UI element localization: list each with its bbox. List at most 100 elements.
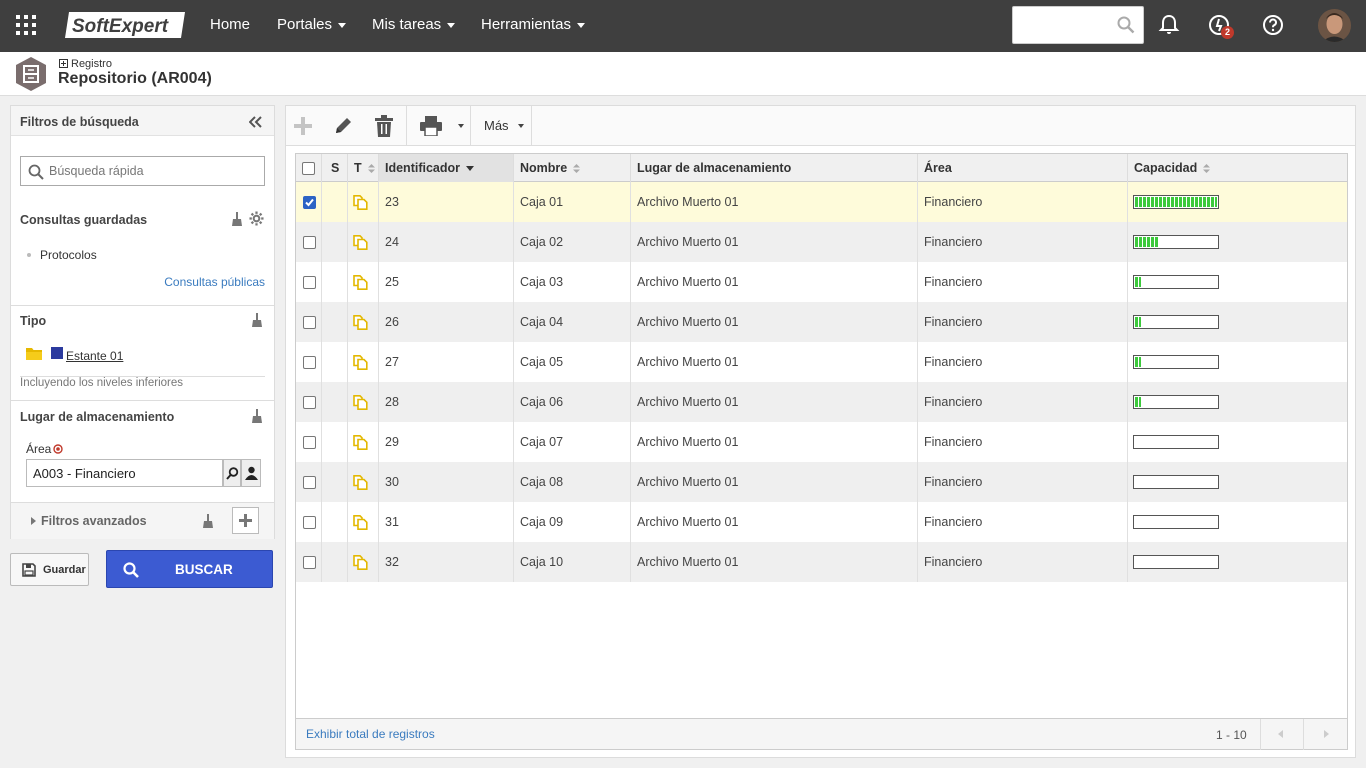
softexpert-logo[interactable]: SoftExpert bbox=[63, 10, 189, 40]
cell-location: Archivo Muerto 01 bbox=[631, 262, 918, 302]
document-copy-icon bbox=[353, 435, 368, 450]
search-button[interactable]: BUSCAR bbox=[106, 550, 273, 588]
page-title: Repositorio (AR004) bbox=[58, 70, 212, 87]
prev-page-button[interactable] bbox=[1260, 719, 1302, 750]
cell-area: Financiero bbox=[918, 422, 1128, 462]
row-checkbox[interactable] bbox=[303, 396, 316, 409]
clear-filter-broom-icon[interactable] bbox=[251, 313, 263, 327]
person-icon bbox=[245, 466, 258, 480]
type-note: Incluyendo los niveles inferiores bbox=[20, 377, 184, 389]
save-button[interactable]: Guardar bbox=[10, 553, 89, 586]
cell-name: Caja 03 bbox=[514, 262, 631, 302]
capacity-bar-fill bbox=[1135, 237, 1158, 247]
nav-home[interactable]: Home bbox=[210, 0, 250, 52]
add-button[interactable] bbox=[286, 106, 322, 146]
delete-button[interactable] bbox=[366, 106, 402, 146]
repository-icon bbox=[16, 57, 46, 91]
cell-location: Archivo Muerto 01 bbox=[631, 502, 918, 542]
page-header: Registro Repositorio (AR004) bbox=[0, 52, 1366, 96]
row-checkbox[interactable] bbox=[303, 236, 316, 249]
pager-range: 1 - 10 bbox=[1216, 728, 1247, 742]
add-filter-button[interactable] bbox=[232, 507, 259, 534]
help-icon[interactable] bbox=[1261, 13, 1285, 37]
table-row[interactable]: 27 Caja 05 Archivo Muerto 01 Financiero bbox=[296, 342, 1347, 382]
gear-icon[interactable] bbox=[249, 211, 264, 226]
edit-button[interactable] bbox=[326, 106, 362, 146]
caret-down-icon[interactable] bbox=[458, 124, 464, 128]
caret-down-icon bbox=[577, 22, 586, 28]
clear-filter-broom-icon[interactable] bbox=[251, 409, 263, 423]
saved-query-protocolos[interactable]: Protocolos bbox=[40, 248, 97, 262]
col-nombre-header[interactable]: Nombre bbox=[514, 154, 631, 182]
row-checkbox[interactable] bbox=[303, 476, 316, 489]
global-search[interactable] bbox=[1012, 6, 1144, 44]
public-queries-link[interactable]: Consultas públicas bbox=[164, 275, 265, 289]
cell-name: Caja 02 bbox=[514, 222, 631, 262]
row-checkbox[interactable] bbox=[303, 276, 316, 289]
breadcrumb[interactable]: Registro bbox=[59, 58, 112, 70]
nav-portales[interactable]: Portales bbox=[277, 0, 347, 52]
expand-icon[interactable] bbox=[59, 59, 68, 68]
row-checkbox[interactable] bbox=[303, 196, 316, 209]
toolbar-separator bbox=[406, 106, 407, 146]
quick-search-field[interactable] bbox=[20, 156, 265, 186]
capacity-bar bbox=[1133, 515, 1219, 529]
col-lugar-header[interactable]: Lugar de almacenamiento bbox=[631, 154, 918, 182]
nav-herramientas[interactable]: Herramientas bbox=[481, 0, 586, 52]
type-color-swatch bbox=[51, 347, 63, 359]
table-row[interactable]: 32 Caja 10 Archivo Muerto 01 Financiero bbox=[296, 542, 1347, 582]
user-avatar[interactable] bbox=[1318, 9, 1351, 42]
clear-filter-broom-icon[interactable] bbox=[231, 212, 243, 226]
cell-name: Caja 08 bbox=[514, 462, 631, 502]
row-checkbox[interactable] bbox=[303, 516, 316, 529]
cell-name: Caja 06 bbox=[514, 382, 631, 422]
show-total-link[interactable]: Exhibir total de registros bbox=[306, 727, 435, 741]
search-icon[interactable] bbox=[1117, 16, 1135, 34]
next-page-button[interactable] bbox=[1303, 719, 1345, 750]
capacity-bar bbox=[1133, 275, 1219, 289]
apps-grid-icon[interactable] bbox=[16, 15, 38, 37]
table-row[interactable]: 23 Caja 01 Archivo Muerto 01 Financiero bbox=[296, 182, 1347, 222]
select-all-header bbox=[296, 154, 322, 182]
advanced-filters-label[interactable]: Filtros avanzados bbox=[41, 514, 147, 528]
nav-mis-tareas[interactable]: Mis tareas bbox=[372, 0, 456, 52]
clear-filter-broom-icon[interactable] bbox=[202, 514, 214, 528]
type-item-estante[interactable]: Estante 01 bbox=[66, 349, 123, 363]
table-row[interactable]: 24 Caja 02 Archivo Muerto 01 Financiero bbox=[296, 222, 1347, 262]
area-user-button[interactable] bbox=[241, 459, 261, 487]
global-search-input[interactable] bbox=[1019, 15, 1111, 35]
cell-area: Financiero bbox=[918, 222, 1128, 262]
table-row[interactable]: 29 Caja 07 Archivo Muerto 01 Financiero bbox=[296, 422, 1347, 462]
capacity-bar bbox=[1133, 475, 1219, 489]
table-row[interactable]: 25 Caja 03 Archivo Muerto 01 Financiero bbox=[296, 262, 1347, 302]
logo-text: SoftExpert bbox=[72, 16, 169, 37]
select-all-checkbox[interactable] bbox=[302, 162, 315, 175]
area-field[interactable]: A003 - Financiero bbox=[26, 459, 223, 487]
table-row[interactable]: 30 Caja 08 Archivo Muerto 01 Financiero bbox=[296, 462, 1347, 502]
col-identificador-header[interactable]: Identificador bbox=[379, 154, 514, 182]
row-checkbox[interactable] bbox=[303, 356, 316, 369]
cell-name: Caja 10 bbox=[514, 542, 631, 582]
cell-area: Financiero bbox=[918, 502, 1128, 542]
more-button[interactable]: Más bbox=[471, 106, 531, 146]
col-t-header[interactable]: T bbox=[348, 154, 379, 182]
bell-icon[interactable] bbox=[1157, 13, 1181, 37]
quick-search-input[interactable] bbox=[49, 163, 259, 179]
area-search-button[interactable] bbox=[223, 459, 241, 487]
advanced-filters-row[interactable]: Filtros avanzados bbox=[11, 503, 274, 539]
row-checkbox[interactable] bbox=[303, 436, 316, 449]
caret-down-icon bbox=[518, 124, 524, 128]
col-capacidad-header[interactable]: Capacidad bbox=[1128, 154, 1347, 182]
table-row[interactable]: 26 Caja 04 Archivo Muerto 01 Financiero bbox=[296, 302, 1347, 342]
col-s-header[interactable]: S bbox=[322, 154, 348, 182]
row-checkbox[interactable] bbox=[303, 556, 316, 569]
table-row[interactable]: 28 Caja 06 Archivo Muerto 01 Financiero bbox=[296, 382, 1347, 422]
print-button[interactable] bbox=[410, 106, 470, 146]
col-area-header[interactable]: Área bbox=[918, 154, 1128, 182]
table-row[interactable]: 31 Caja 09 Archivo Muerto 01 Financiero bbox=[296, 502, 1347, 542]
row-checkbox[interactable] bbox=[303, 316, 316, 329]
chevron-right-icon[interactable] bbox=[31, 517, 36, 525]
collapse-double-chevron-icon[interactable] bbox=[249, 116, 263, 128]
document-copy-icon bbox=[353, 555, 368, 570]
document-copy-icon bbox=[353, 195, 368, 210]
